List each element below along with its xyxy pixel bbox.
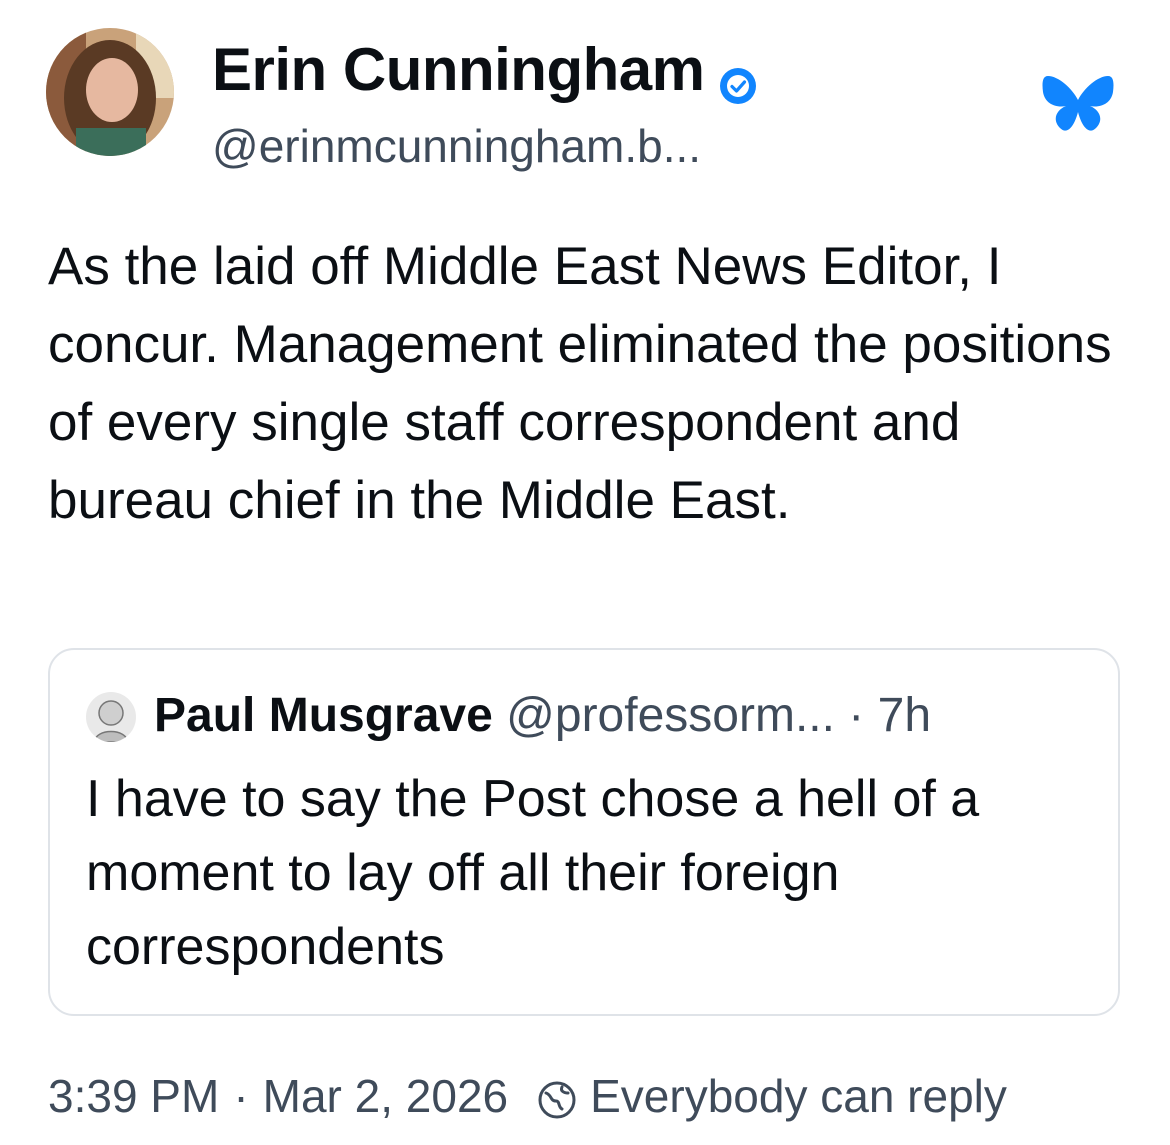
author-name[interactable]: Erin Cunningham [212,34,758,106]
post-date: Mar 2, 2026 [262,1070,509,1122]
bluesky-butterfly-icon [1042,72,1114,138]
quote-age: 7h [877,689,932,742]
footer-separator: · [233,1070,249,1122]
quote-author-handle[interactable]: @professorm... [506,689,835,742]
globe-icon [536,1075,578,1119]
quote-separator: · [848,689,865,742]
quoted-post[interactable]: Paul Musgrave @professorm... · 7h I have… [48,648,1120,1016]
post-text: As the laid off Middle East News Editor,… [48,237,1112,530]
quote-text: I have to say the Post chose a hell of a… [86,770,980,976]
post-card: Erin Cunningham @erinmcunningham.b... As… [0,0,1170,1145]
author-name-text: Erin Cunningham [212,36,705,103]
verified-badge-icon [718,50,758,104]
quote-header: Paul Musgrave @professorm... · 7h [154,684,931,748]
author-avatar[interactable] [46,28,174,156]
post-time: 3:39 PM [48,1070,220,1122]
quote-author-avatar[interactable] [86,692,136,742]
post-footer: 3:39 PM · Mar 2, 2026 Everybody can repl… [48,1066,1007,1126]
author-handle[interactable]: @erinmcunningham.b... [212,118,701,174]
quote-author-name[interactable]: Paul Musgrave [154,689,493,742]
reply-setting[interactable]: Everybody can reply [590,1066,1007,1126]
